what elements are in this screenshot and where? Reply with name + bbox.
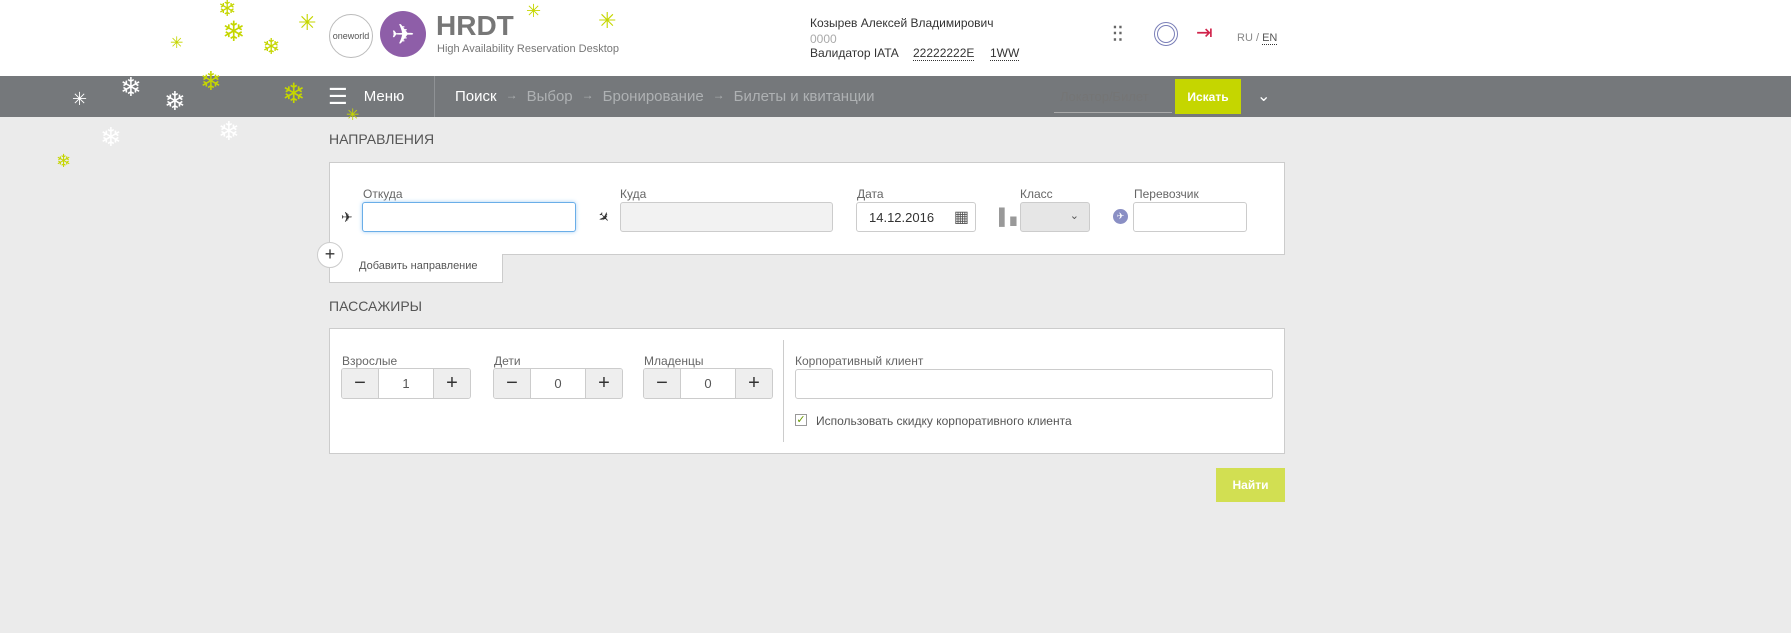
user-name: Козырев Алексей Владимирович	[810, 16, 994, 30]
adults-plus-button[interactable]: +	[434, 369, 470, 398]
children-plus-button[interactable]: +	[586, 369, 622, 398]
locator-search-input[interactable]	[1054, 80, 1172, 113]
from-input[interactable]	[362, 202, 576, 232]
to-input[interactable]	[620, 202, 833, 232]
nav-bar: ☰ Меню Поиск → Выбор → Бронирование → Билет…	[0, 76, 1791, 117]
children-stepper[interactable]: −0 +	[493, 368, 623, 399]
infants-plus-button[interactable]: +	[736, 369, 772, 398]
breadcrumb: Поиск → Выбор → Бронирование → Билеты и кви…	[455, 88, 875, 105]
corporate-client-input[interactable]	[795, 369, 1273, 399]
carrier-input[interactable]	[1133, 202, 1247, 232]
find-button[interactable]: Найти	[1216, 468, 1285, 502]
settings-sliders-icon[interactable]: ⫶⫶	[1112, 22, 1123, 48]
add-direction-tab[interactable]: Добавить направление	[329, 254, 503, 283]
chevron-down-icon[interactable]: ⌄	[1257, 86, 1270, 106]
directions-title: НАПРАВЛЕНИЯ	[329, 131, 435, 147]
logout-icon[interactable]: ⇥	[1196, 20, 1213, 45]
step-booking: Бронирование	[602, 88, 704, 105]
date-input[interactable]: 14.12.2016 ▦	[856, 202, 976, 232]
adults-stepper[interactable]: −1 +	[341, 368, 471, 399]
step-search[interactable]: Поиск	[455, 88, 497, 105]
adults-minus-button[interactable]: −	[342, 369, 378, 398]
infants-minus-button[interactable]: −	[644, 369, 680, 398]
add-direction-plus-button[interactable]: +	[317, 242, 343, 268]
oneworld-logo: oneworld	[329, 14, 373, 58]
departure-plane-icon: ✈	[341, 209, 353, 225]
validator-label: Валидатор IATA	[810, 46, 899, 60]
calendar-icon[interactable]: ▦	[954, 207, 969, 227]
lang-en[interactable]: EN	[1262, 32, 1278, 45]
passengers-title: ПАССАЖИРЫ	[329, 298, 423, 314]
infants-stepper[interactable]: −0 +	[643, 368, 773, 399]
menu-button[interactable]: ☰ Меню	[328, 83, 404, 109]
help-lifebuoy-icon[interactable]	[1154, 22, 1178, 46]
class-select[interactable]: ⌄	[1020, 202, 1090, 232]
lang-ru[interactable]: RU	[1237, 32, 1253, 44]
search-button[interactable]: Искать	[1175, 79, 1241, 114]
validator-code[interactable]: 22222222E	[913, 46, 975, 61]
carrier-icon: ✈	[1113, 209, 1128, 224]
step-tickets: Билеты и квитанции	[733, 88, 875, 105]
office-code[interactable]: 1WW	[990, 46, 1020, 61]
hamburger-icon: ☰	[328, 83, 348, 109]
user-code: 0000	[810, 32, 837, 46]
hrdt-logo-icon: ✈	[380, 11, 426, 57]
app-subtitle: High Availability Reservation Desktop	[437, 43, 619, 55]
children-minus-button[interactable]: −	[494, 369, 530, 398]
app-title: HRDT	[436, 10, 514, 41]
discount-checkbox[interactable]: ✓	[795, 414, 807, 426]
step-select: Выбор	[526, 88, 573, 105]
